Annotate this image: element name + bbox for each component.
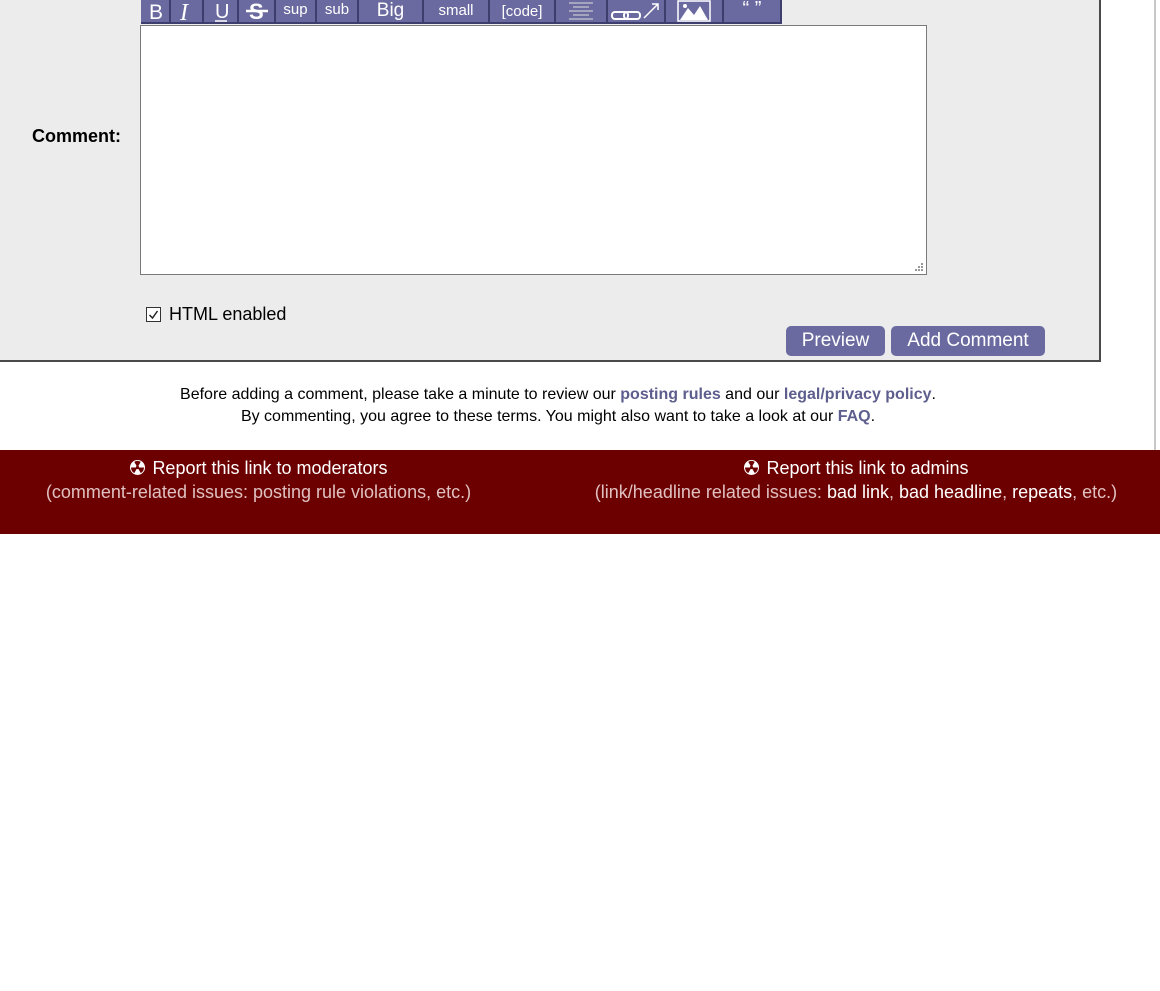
notifications-note: Notifications are only visible to modera…: [296, 974, 752, 991]
report-admins-link[interactable]: Report this link to admins: [578, 458, 1134, 479]
underline-icon: U: [214, 1, 228, 22]
bold-icon: B: [149, 1, 162, 21]
underline-button[interactable]: U: [204, 0, 239, 24]
posting-notice-line2: By commenting, you agree to these terms.…: [0, 408, 1116, 426]
comment-label: Comment:: [32, 126, 121, 146]
posting-notice-line1: Before adding a comment, please take a m…: [0, 386, 1116, 404]
sup-button[interactable]: sup: [276, 0, 317, 24]
italic-icon: I: [179, 0, 189, 22]
report-moderators-desc: (comment-related issues: posting rule vi…: [45, 482, 472, 502]
image-icon: [677, 0, 711, 22]
align-center-icon: [569, 2, 593, 20]
comment-textarea[interactable]: [140, 25, 927, 275]
quote-label: “ ”: [742, 0, 762, 20]
code-button[interactable]: [code]: [490, 0, 556, 24]
repeats-option[interactable]: repeats: [1012, 482, 1072, 502]
strikethrough-icon: S: [245, 0, 268, 22]
report-admins-desc-text: (link/headline related issues:: [594, 482, 827, 502]
notice-text: By commenting, you agree to these terms.…: [240, 408, 838, 425]
bold-button[interactable]: B: [141, 0, 171, 24]
small-label: small: [438, 2, 474, 19]
report-admins-title[interactable]: Report this link to admins: [766, 458, 968, 478]
code-label: [code]: [501, 2, 543, 20]
report-moderators-block: Report this link to moderators (comment-…: [32, 458, 485, 503]
svg-text:U: U: [215, 1, 228, 22]
html-enabled-label: HTML enabled: [169, 304, 287, 324]
notice-text: .: [870, 408, 876, 425]
page-scroll-edge: [1154, 0, 1160, 450]
italic-button[interactable]: I: [171, 0, 204, 24]
notice-text: and our: [720, 386, 784, 403]
report-admins-desc-end: , etc.): [1072, 482, 1118, 502]
radiation-icon: [130, 460, 146, 475]
report-admins-desc: (link/headline related issues: bad link,…: [578, 482, 1134, 503]
report-admins-block: Report this link to admins (link/headlin…: [578, 458, 1134, 503]
svg-text:I: I: [179, 0, 189, 22]
bad-link-option[interactable]: bad link: [827, 482, 889, 502]
quote-button[interactable]: “ ”: [724, 0, 782, 24]
strikethrough-button[interactable]: S: [239, 0, 276, 24]
center-button[interactable]: [556, 0, 608, 24]
radiation-icon: [744, 460, 760, 475]
report-footer: Report this link to moderators (comment-…: [0, 450, 1160, 991]
small-button[interactable]: small: [424, 0, 490, 24]
notice-text: Before adding a comment, please take a m…: [180, 386, 621, 403]
legal-privacy-link[interactable]: legal/privacy policy: [784, 386, 932, 403]
report-moderators-link[interactable]: Report this link to moderators: [32, 458, 485, 479]
separator: ,: [1002, 482, 1013, 502]
sup-label: sup: [283, 1, 308, 18]
sub-label: sub: [324, 1, 350, 18]
sub-button[interactable]: sub: [317, 0, 359, 24]
image-button[interactable]: [666, 0, 724, 24]
faq-link[interactable]: FAQ: [838, 408, 871, 425]
separator: ,: [888, 482, 899, 502]
bad-headline-option[interactable]: bad headline: [899, 482, 1002, 502]
posting-rules-link[interactable]: posting rules: [620, 386, 720, 403]
big-label: Big: [376, 0, 405, 21]
svg-text:B: B: [149, 1, 162, 21]
report-moderators-title[interactable]: Report this link to moderators: [152, 458, 387, 478]
link-icon: [611, 3, 659, 20]
resize-grip-icon[interactable]: [914, 262, 924, 272]
link-button[interactable]: [608, 0, 666, 24]
formatting-toolbar: B I U S sup sub Big small [code] “ ”: [141, 0, 782, 24]
big-button[interactable]: Big: [359, 0, 424, 24]
preview-button[interactable]: Preview: [786, 326, 885, 356]
html-enabled-checkbox[interactable]: [146, 307, 161, 322]
add-comment-button[interactable]: Add Comment: [891, 326, 1045, 356]
notice-text: .: [931, 386, 936, 403]
checkmark-icon: [148, 310, 159, 320]
